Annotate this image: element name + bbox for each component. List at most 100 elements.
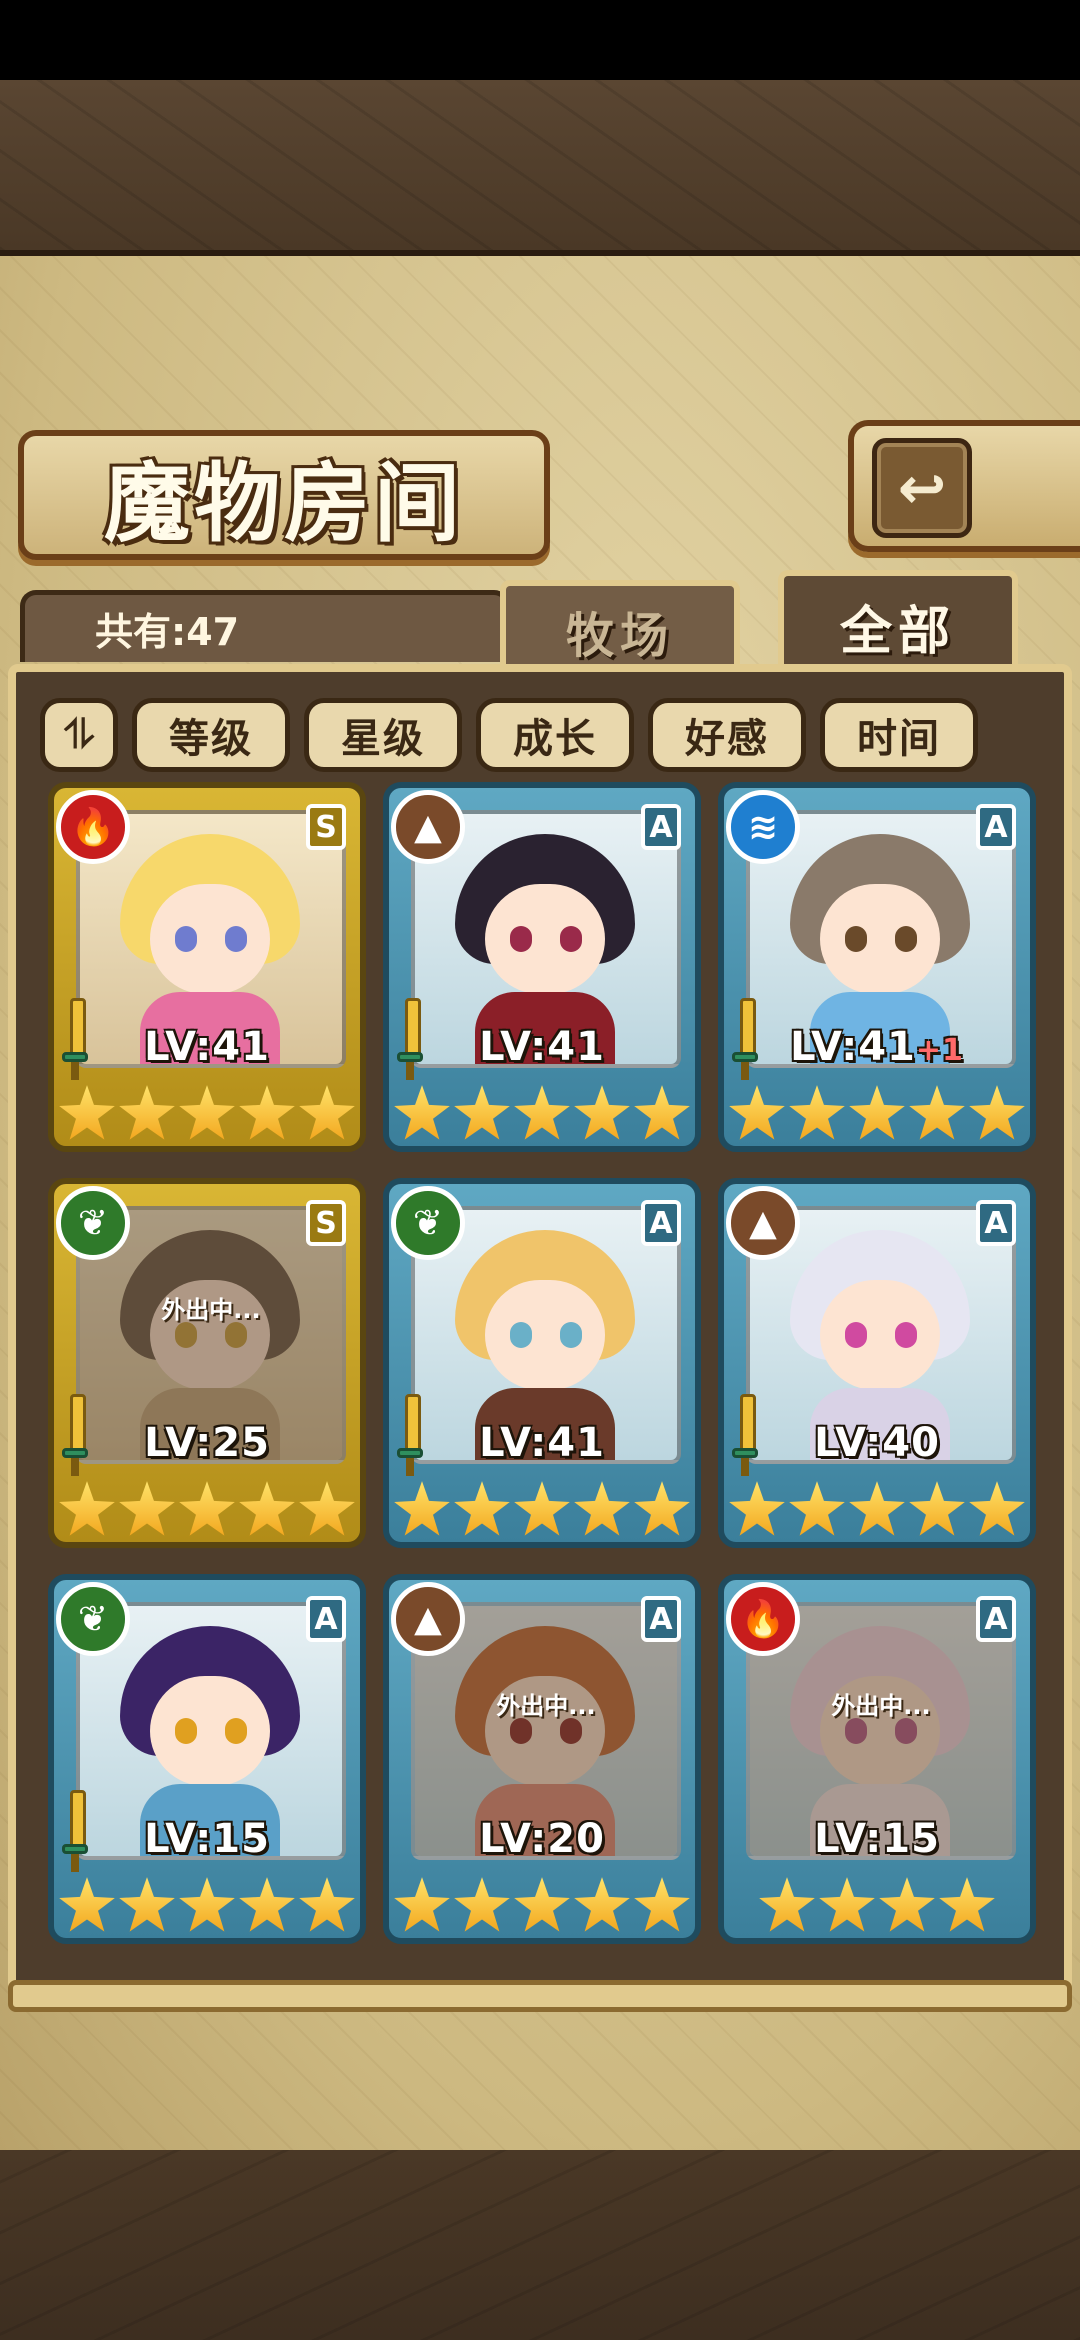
- sort-order-toggle[interactable]: ⥮: [40, 698, 118, 772]
- monster-level: LV:41: [144, 1024, 270, 1070]
- star-icon: [299, 1481, 355, 1536]
- monster-card[interactable]: 外出中... ▲ A LV:20: [383, 1574, 701, 1944]
- away-status: 外出中...: [161, 1296, 261, 1324]
- star-rating: [724, 1080, 1030, 1146]
- map-background-top: [0, 80, 1080, 250]
- star-icon: [514, 1877, 570, 1932]
- leaf-icon: ❦: [391, 1186, 465, 1260]
- monster-level: LV:25: [144, 1420, 270, 1466]
- star-icon: [394, 1085, 450, 1140]
- star-icon: [239, 1877, 295, 1932]
- monster-card[interactable]: 外出中... ❦ S LV:25: [48, 1178, 366, 1548]
- monster-card[interactable]: ❦ A LV:15: [48, 1574, 366, 1944]
- tab-all[interactable]: 全部: [778, 570, 1018, 676]
- sort-by-time-button[interactable]: 时间: [820, 698, 978, 772]
- star-icon: [819, 1877, 875, 1932]
- star-icon: [59, 1481, 115, 1536]
- star-rating: [389, 1476, 695, 1542]
- star-icon: [454, 1085, 510, 1140]
- star-icon: [119, 1085, 175, 1140]
- rank-badge: A: [976, 804, 1016, 850]
- page-title-banner: 魔物房间: [18, 430, 550, 560]
- star-icon: [759, 1877, 815, 1932]
- wave-icon: ≋: [726, 790, 800, 864]
- star-icon: [394, 1481, 450, 1536]
- star-icon: [574, 1877, 630, 1932]
- star-icon: [394, 1877, 450, 1932]
- star-icon: [514, 1481, 570, 1536]
- star-icon: [59, 1085, 115, 1140]
- sort-bar: ⥮ 等级 星级 成长 好感 时间: [40, 690, 1040, 780]
- monster-card[interactable]: ≋ A LV:41+1: [718, 782, 1036, 1152]
- star-icon: [574, 1085, 630, 1140]
- monster-count: 共有:47: [95, 610, 240, 654]
- monster-card[interactable]: 外出中... 🔥 A LV:15: [718, 1574, 1036, 1944]
- star-icon: [179, 1085, 235, 1140]
- tab-ranch-label: 牧场: [565, 608, 674, 664]
- star-icon: [969, 1481, 1025, 1536]
- star-icon: [909, 1481, 965, 1536]
- star-icon: [454, 1481, 510, 1536]
- monster-card[interactable]: 🔥 S LV:41: [48, 782, 366, 1152]
- back-button[interactable]: ↩: [872, 438, 972, 538]
- star-icon: [299, 1877, 355, 1932]
- sort-by-star-button[interactable]: 星级: [304, 698, 462, 772]
- star-rating: [389, 1080, 695, 1146]
- star-icon: [849, 1085, 905, 1140]
- rank-badge: A: [641, 1200, 681, 1246]
- level-bonus: +1: [915, 1033, 964, 1068]
- star-rating: [724, 1872, 1030, 1938]
- star-rating: [54, 1080, 360, 1146]
- sort-by-level-button[interactable]: 等级: [132, 698, 290, 772]
- star-icon: [789, 1481, 845, 1536]
- sort-by-growth-button[interactable]: 成长: [476, 698, 634, 772]
- star-rating: [54, 1872, 360, 1938]
- star-icon: [239, 1085, 295, 1140]
- star-icon: [119, 1481, 175, 1536]
- monster-level: LV:20: [479, 1816, 605, 1862]
- rank-badge: A: [976, 1596, 1016, 1642]
- star-icon: [634, 1085, 690, 1140]
- star-icon: [969, 1085, 1025, 1140]
- monster-level: LV:15: [814, 1816, 940, 1862]
- tab-ranch[interactable]: 牧场: [500, 580, 740, 676]
- sort-by-affection-button[interactable]: 好感: [648, 698, 806, 772]
- star-rating: [54, 1476, 360, 1542]
- star-icon: [239, 1481, 295, 1536]
- star-icon: [574, 1481, 630, 1536]
- page-title: 魔物房间: [104, 452, 464, 554]
- star-icon: [59, 1877, 115, 1932]
- monster-card[interactable]: ▲ A LV:40: [718, 1178, 1036, 1548]
- star-icon: [454, 1877, 510, 1932]
- star-icon: [634, 1481, 690, 1536]
- mountain-icon: ▲: [391, 790, 465, 864]
- monster-count-bar: 共有:47: [20, 590, 510, 662]
- leaf-icon: ❦: [56, 1582, 130, 1656]
- star-rating: [389, 1872, 695, 1938]
- mountain-icon: ▲: [726, 1186, 800, 1260]
- monster-card[interactable]: ❦ A LV:41: [383, 1178, 701, 1548]
- star-icon: [939, 1877, 995, 1932]
- monster-level: LV:41: [479, 1420, 605, 1466]
- tab-all-label: 全部: [839, 601, 956, 662]
- star-icon: [789, 1085, 845, 1140]
- star-icon: [729, 1085, 785, 1140]
- star-icon: [179, 1481, 235, 1536]
- monster-level: LV:41+1: [790, 1024, 964, 1070]
- star-icon: [849, 1481, 905, 1536]
- star-icon: [179, 1877, 235, 1932]
- back-tab: ↩: [848, 420, 1080, 552]
- fire-icon: 🔥: [56, 790, 130, 864]
- map-background-bottom: [0, 2150, 1080, 2340]
- star-rating: [724, 1476, 1030, 1542]
- sort-order-icon: ⥮: [64, 712, 94, 758]
- mountain-icon: ▲: [391, 1582, 465, 1656]
- rank-badge: A: [641, 804, 681, 850]
- away-status: 外出中...: [831, 1692, 931, 1720]
- away-status: 外出中...: [496, 1692, 596, 1720]
- star-icon: [299, 1085, 355, 1140]
- fire-icon: 🔥: [726, 1582, 800, 1656]
- monster-card[interactable]: ▲ A LV:41: [383, 782, 701, 1152]
- star-icon: [909, 1085, 965, 1140]
- leaf-icon: ❦: [56, 1186, 130, 1260]
